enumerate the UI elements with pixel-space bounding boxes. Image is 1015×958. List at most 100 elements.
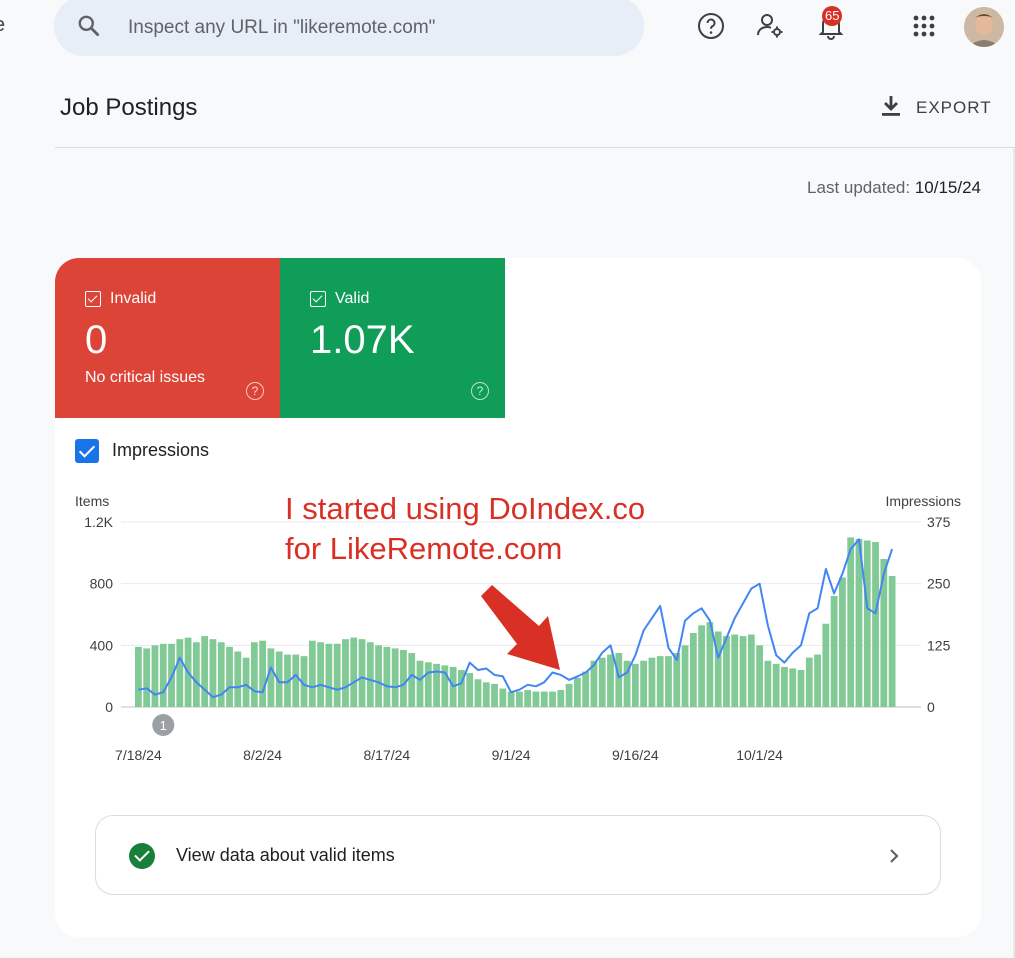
bar — [656, 656, 664, 707]
page-title: Job Postings — [60, 94, 198, 121]
bar — [731, 634, 739, 707]
bar — [681, 645, 689, 707]
invalid-help-icon[interactable]: ? — [246, 382, 264, 400]
x-tick-label: 9/1/24 — [492, 747, 531, 763]
bar — [333, 643, 341, 707]
bar — [631, 663, 639, 707]
bar — [391, 648, 399, 707]
bar — [516, 691, 523, 707]
annotation-text-line-1: I started using DoIndex.co — [285, 491, 645, 526]
bar — [217, 642, 225, 707]
bar — [665, 656, 672, 707]
job-postings-card: Invalid 0 No critical issues ? Valid 1.0… — [55, 258, 981, 937]
bar — [466, 673, 474, 707]
bar — [888, 575, 896, 707]
impressions-label: Impressions — [112, 440, 210, 460]
export-label: EXPORT — [916, 98, 992, 117]
url-inspection-bar[interactable] — [54, 0, 644, 56]
right-tick-label: 125 — [927, 637, 951, 653]
last-updated-label: Last updated: — [807, 178, 911, 197]
bar — [689, 633, 697, 707]
x-tick-label: 7/18/24 — [115, 747, 162, 763]
bar — [317, 642, 325, 707]
bar — [557, 690, 565, 707]
last-updated-date: 10/15/24 — [914, 178, 981, 197]
bar — [242, 657, 250, 707]
x-tick-label: 8/17/24 — [364, 747, 411, 763]
bar — [573, 677, 581, 707]
bar — [739, 636, 747, 707]
bar — [863, 540, 871, 707]
apps-grid-icon[interactable] — [908, 10, 940, 42]
help-icon[interactable] — [695, 10, 727, 42]
bar — [598, 657, 606, 707]
manage-users-icon[interactable] — [754, 10, 786, 42]
chevron-right-icon — [884, 846, 904, 866]
bar — [135, 646, 142, 707]
view-valid-items-label: View data about valid items — [176, 845, 395, 865]
bar — [830, 596, 838, 707]
bar — [474, 679, 482, 707]
bar — [872, 542, 879, 707]
annotation-arrow — [481, 585, 560, 670]
annotation-text-line-2: for LikeRemote.com — [285, 531, 562, 566]
bar — [549, 691, 556, 707]
bar — [143, 648, 151, 707]
bar — [226, 646, 233, 707]
bar — [839, 577, 846, 707]
invalid-tile[interactable]: Invalid 0 No critical issues ? — [55, 258, 280, 418]
bar — [250, 642, 258, 707]
valid-tile-header: Valid — [310, 290, 369, 308]
bar — [366, 642, 374, 707]
url-inspection-input[interactable] — [126, 10, 630, 46]
bar — [176, 639, 184, 707]
bar — [350, 637, 358, 707]
download-icon — [880, 94, 902, 123]
last-updated: Last updated: 10/15/24 — [807, 178, 981, 198]
invalid-checkbox-icon — [85, 291, 101, 307]
bar — [847, 537, 855, 707]
bar — [582, 671, 590, 707]
header-divider — [55, 147, 1015, 148]
bar — [159, 643, 167, 707]
bar — [308, 640, 316, 707]
bar — [151, 645, 159, 707]
truncated-app-title: e — [0, 14, 5, 37]
bar — [648, 657, 656, 707]
bar — [375, 645, 382, 707]
bar — [640, 660, 648, 707]
annotation-marker-label: 1 — [160, 718, 167, 733]
bar — [234, 651, 242, 707]
impressions-checkbox[interactable] — [75, 439, 99, 463]
bar — [192, 642, 200, 707]
bar — [747, 634, 755, 707]
job-postings-chart: Items Impressions 0 0 400 125 800 250 1.2K 375 7/1… — [75, 491, 961, 763]
bar — [565, 683, 573, 707]
invalid-subtitle: No critical issues — [85, 369, 206, 386]
x-tick-label: 9/16/24 — [612, 747, 659, 763]
valid-help-icon[interactable]: ? — [471, 382, 489, 400]
bar — [491, 683, 498, 707]
bar — [532, 691, 540, 707]
account-avatar[interactable] — [964, 7, 1004, 47]
invalid-tile-label: Invalid — [110, 290, 157, 307]
bar — [805, 657, 813, 707]
invalid-tile-header: Invalid — [85, 290, 156, 308]
bar — [764, 660, 772, 707]
bar — [416, 660, 424, 707]
bar — [789, 668, 797, 707]
bar — [408, 653, 416, 707]
valid-tile[interactable]: Valid 1.07K ? — [280, 258, 505, 418]
valid-checkbox-icon — [310, 291, 326, 307]
bar — [482, 682, 490, 707]
bar — [325, 643, 333, 707]
bar — [433, 663, 440, 707]
bar — [698, 625, 706, 707]
export-button[interactable]: EXPORT — [880, 94, 992, 122]
left-tick-label: 0 — [105, 699, 113, 715]
bar — [772, 663, 780, 707]
bar — [781, 666, 788, 707]
view-valid-items-row[interactable]: View data about valid items — [95, 815, 941, 895]
x-tick-label: 8/2/24 — [243, 747, 282, 763]
check-circle-icon — [129, 843, 155, 869]
